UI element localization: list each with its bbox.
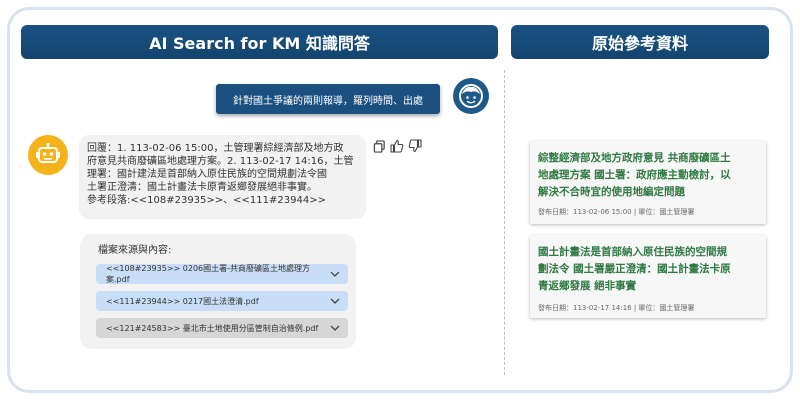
bot-avatar — [28, 135, 68, 175]
user-avatar — [453, 78, 489, 114]
user-message-text: 針對國土爭議的兩則報導，羅列時間、出處 — [233, 95, 423, 107]
source-files-panel: 檔案來源與內容: <<108#23935>> 0206國土署-共商廢礦區土地處理… — [80, 234, 356, 349]
source-file-item[interactable]: <<111#23944>> 0217國土法澄清.pdf — [96, 291, 348, 311]
source-file-item[interactable]: <<108#23935>> 0206國土署-共商廢礦區土地處理方案.pdf — [96, 264, 348, 284]
reference-meta: 發布日期：113-02-17 14:16 | 單位：國土管理署 — [538, 304, 695, 312]
reference-title: 國土計畫法是首部納入原住民族的空間規 劃法令 國土署嚴正澄清：國土計畫法卡原 青… — [538, 244, 758, 295]
chat-panel-title: AI Search for KM 知識問答 — [149, 34, 370, 53]
reference-card[interactable]: 綜整經濟部及地方政府意見 共商廢礦區土 地處理方案 國土署：政府應主動檢討，以 … — [530, 141, 766, 224]
panel-divider — [504, 70, 505, 375]
sources-title: 檔案來源與內容: — [98, 245, 172, 256]
reference-meta: 發布日期：113-02-06 15:00 | 單位：國土管理署 — [538, 208, 695, 216]
answer-line: 理署：國計建法是首部納入原住民族的空間規劃法令國 — [87, 169, 327, 180]
thumbs-up-icon[interactable] — [390, 139, 404, 153]
chevron-down-icon[interactable] — [330, 297, 340, 305]
answer-actions — [372, 139, 422, 153]
answer-line: 土署正澄清：國土計畫法卡原青返鄉發展絕非事實。 — [87, 182, 317, 193]
reference-title-line: 綜整經濟部及地方政府意見 共商廢礦區土 — [538, 152, 731, 164]
chevron-down-icon[interactable] — [330, 270, 340, 278]
reference-title-line: 國土計畫法是首部納入原住民族的空間規 — [538, 246, 727, 258]
reference-title-line: 青返鄉發展 絕非事實 — [538, 280, 637, 292]
user-face-icon — [459, 84, 483, 108]
reference-title-line: 劃法令 國土署嚴正澄清：國土計畫法卡原 — [538, 263, 731, 275]
answer-line: 回覆：1. 113-02-06 15:00，土管理署綜經濟部及地方政 — [87, 143, 344, 154]
user-message-bubble: 針對國土爭議的兩則報導，羅列時間、出處 — [216, 84, 440, 114]
source-file-label: <<108#23935>> 0206國土署-共商廢礦區土地處理方案.pdf — [106, 264, 311, 284]
source-file-label: <<111#23944>> 0217國土法澄清.pdf — [106, 296, 259, 306]
thumbs-down-icon[interactable] — [408, 139, 422, 153]
bot-answer-bubble: 回覆：1. 113-02-06 15:00，土管理署綜經濟部及地方政 府意見共商… — [79, 135, 366, 219]
reference-title-line: 解決不合時宜的使用地編定問題 — [538, 186, 685, 198]
robot-icon — [36, 142, 60, 163]
reference-panel-header: 原始參考資料 — [511, 25, 769, 59]
copy-icon[interactable] — [372, 139, 386, 153]
source-file-label: <<121#24583>> 臺北市土地使用分區管制自治條例.pdf — [106, 323, 319, 333]
reference-title-line: 地處理方案 國土署：政府應主動檢討，以 — [538, 169, 731, 181]
chevron-down-icon[interactable] — [330, 324, 340, 332]
reference-card[interactable]: 國土計畫法是首部納入原住民族的空間規 劃法令 國土署嚴正澄清：國土計畫法卡原 青… — [530, 235, 766, 318]
answer-line: 府意見共商廢礦區地處理方案。2. 113-02-17 14:16，土管 — [87, 156, 354, 167]
reference-panel-title: 原始參考資料 — [591, 34, 688, 53]
chat-panel-header: AI Search for KM 知識問答 — [21, 25, 498, 59]
source-file-item[interactable]: <<121#24583>> 臺北市土地使用分區管制自治條例.pdf — [96, 318, 348, 338]
answer-line: 參考段落:<<108#23935>>、<<111#23944>> — [87, 195, 326, 206]
reference-title: 綜整經濟部及地方政府意見 共商廢礦區土 地處理方案 國土署：政府應主動檢討，以 … — [538, 150, 758, 201]
